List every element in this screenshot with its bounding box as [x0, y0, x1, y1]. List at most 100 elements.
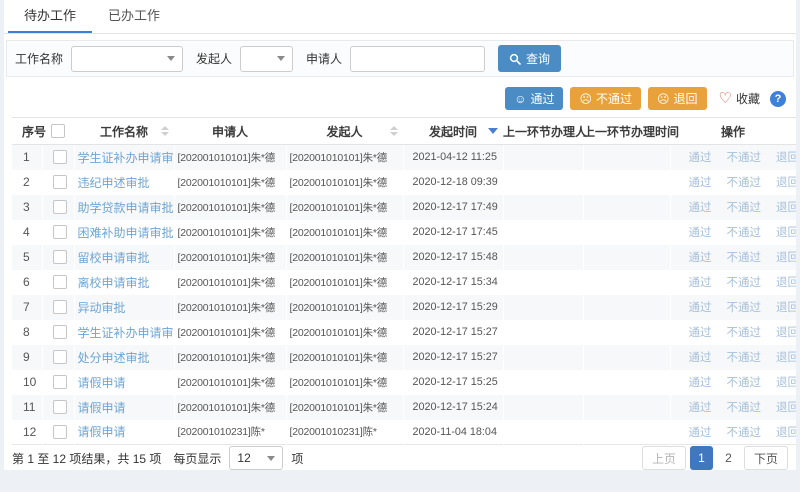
help-icon[interactable]: ? [770, 91, 786, 107]
applicant-input[interactable] [350, 46, 485, 72]
row-reject-link[interactable]: 不通过 [727, 152, 762, 164]
row-return-link[interactable]: 退回 [776, 327, 796, 339]
sort-desc-icon [488, 128, 498, 134]
work-name-link[interactable]: 请假申请 [78, 376, 126, 390]
search-button[interactable]: 查询 [498, 45, 561, 72]
prev-handler-cell [503, 345, 583, 370]
row-return-link[interactable]: 退回 [776, 302, 796, 314]
work-name-link[interactable]: 违纪申述审批 [78, 176, 150, 190]
bulk-approve-button[interactable]: ☺ 通过 [505, 87, 563, 110]
initiator-select[interactable] [240, 46, 293, 72]
row-approve-link[interactable]: 通过 [689, 177, 712, 189]
page-button-1[interactable]: 1 [690, 446, 713, 470]
work-name-cell: 异动审批 [74, 295, 174, 320]
row-approve-link[interactable]: 通过 [689, 302, 712, 314]
prev-handler-cell [503, 395, 583, 420]
work-name-link[interactable]: 留校申请审批 [78, 251, 150, 265]
row-checkbox[interactable] [53, 250, 67, 264]
next-page-button[interactable]: 下页 [744, 446, 788, 470]
row-approve-link[interactable]: 通过 [689, 152, 712, 164]
row-approve-link[interactable]: 通过 [689, 202, 712, 214]
row-reject-link[interactable]: 不通过 [727, 202, 762, 214]
row-actions-cell: 通过 不通过 退回 [670, 420, 796, 445]
row-checkbox[interactable] [53, 300, 67, 314]
work-name-select[interactable] [71, 46, 183, 72]
col-work-name[interactable]: 工作名称 [74, 118, 174, 145]
row-reject-link[interactable]: 不通过 [727, 377, 762, 389]
prev-time-cell [583, 370, 670, 395]
row-reject-link[interactable]: 不通过 [727, 427, 762, 439]
row-return-link[interactable]: 退回 [776, 177, 796, 189]
row-reject-link[interactable]: 不通过 [727, 227, 762, 239]
start-time-cell: 2021-04-12 11:25 [403, 145, 503, 170]
work-name-link[interactable]: 助学贷款申请审批 [78, 201, 174, 215]
row-return-link[interactable]: 退回 [776, 402, 796, 414]
row-return-link[interactable]: 退回 [776, 277, 796, 289]
row-approve-link[interactable]: 通过 [689, 327, 712, 339]
row-checkbox[interactable] [53, 400, 67, 414]
row-index: 11 [12, 395, 42, 420]
initiator-label: 发起人 [196, 50, 232, 67]
row-reject-link[interactable]: 不通过 [727, 302, 762, 314]
page-button-2[interactable]: 2 [717, 446, 740, 470]
work-name-link[interactable]: 学生证补办申请审批 [78, 326, 175, 340]
row-approve-link[interactable]: 通过 [689, 377, 712, 389]
applicant-cell: [202001010101]朱*德 [174, 295, 286, 320]
prev-page-button[interactable]: 上页 [642, 446, 686, 470]
work-name-label: 工作名称 [15, 50, 63, 67]
prev-handler-cell [503, 370, 583, 395]
table-row: 10请假申请[202001010101]朱*德[202001010101]朱*德… [12, 370, 796, 395]
row-return-link[interactable]: 退回 [776, 352, 796, 364]
row-approve-link[interactable]: 通过 [689, 402, 712, 414]
row-checkbox[interactable] [53, 200, 67, 214]
bulk-reject-button[interactable]: ☹ 不通过 [570, 87, 641, 110]
row-reject-link[interactable]: 不通过 [727, 327, 762, 339]
prev-handler-cell [503, 220, 583, 245]
row-reject-link[interactable]: 不通过 [727, 402, 762, 414]
bulk-return-button[interactable]: ☹ 退回 [648, 87, 707, 110]
start-time-cell: 2020-11-04 18:04 [403, 420, 503, 445]
work-name-link[interactable]: 请假申请 [78, 401, 126, 415]
row-checkbox-cell [42, 295, 74, 320]
row-reject-link[interactable]: 不通过 [727, 352, 762, 364]
row-checkbox[interactable] [53, 150, 67, 164]
col-start-time[interactable]: 发起时间 [403, 118, 503, 145]
row-approve-link[interactable]: 通过 [689, 252, 712, 264]
row-return-link[interactable]: 退回 [776, 152, 796, 164]
favorite-button[interactable]: ♡ 收藏 [719, 90, 760, 107]
row-return-link[interactable]: 退回 [776, 227, 796, 239]
row-return-link[interactable]: 退回 [776, 377, 796, 389]
row-checkbox[interactable] [53, 325, 67, 339]
row-reject-link[interactable]: 不通过 [727, 277, 762, 289]
col-actions: 操作 [670, 118, 796, 145]
work-name-link[interactable]: 异动审批 [78, 301, 126, 315]
work-name-link[interactable]: 请假申请 [78, 425, 126, 439]
row-return-link[interactable]: 退回 [776, 427, 796, 439]
row-checkbox[interactable] [53, 375, 67, 389]
row-approve-link[interactable]: 通过 [689, 427, 712, 439]
row-approve-link[interactable]: 通过 [689, 277, 712, 289]
row-checkbox[interactable] [53, 225, 67, 239]
tab-pending-work[interactable]: 待办工作 [8, 0, 92, 33]
work-name-link[interactable]: 处分申述审批 [78, 351, 150, 365]
table-row: 11请假申请[202001010101]朱*德[202001010101]朱*德… [12, 395, 796, 420]
row-checkbox-cell [42, 420, 74, 445]
row-approve-link[interactable]: 通过 [689, 227, 712, 239]
col-initiator[interactable]: 发起人 [286, 118, 403, 145]
row-checkbox[interactable] [53, 350, 67, 364]
row-checkbox[interactable] [53, 275, 67, 289]
page-size-select[interactable]: 12 [229, 446, 283, 470]
row-approve-link[interactable]: 通过 [689, 352, 712, 364]
row-checkbox[interactable] [53, 175, 67, 189]
work-name-link[interactable]: 学生证补办申请审批 [78, 151, 175, 165]
row-return-link[interactable]: 退回 [776, 202, 796, 214]
work-name-link[interactable]: 困难补助申请审批 [78, 226, 174, 240]
tab-done-work[interactable]: 已办工作 [92, 0, 176, 33]
work-name-link[interactable]: 离校申请审批 [78, 276, 150, 290]
tab-bar: 待办工作 已办工作 [4, 0, 796, 34]
select-all-checkbox[interactable] [51, 124, 65, 138]
row-reject-link[interactable]: 不通过 [727, 177, 762, 189]
row-checkbox[interactable] [53, 425, 67, 439]
row-reject-link[interactable]: 不通过 [727, 252, 762, 264]
row-return-link[interactable]: 退回 [776, 252, 796, 264]
